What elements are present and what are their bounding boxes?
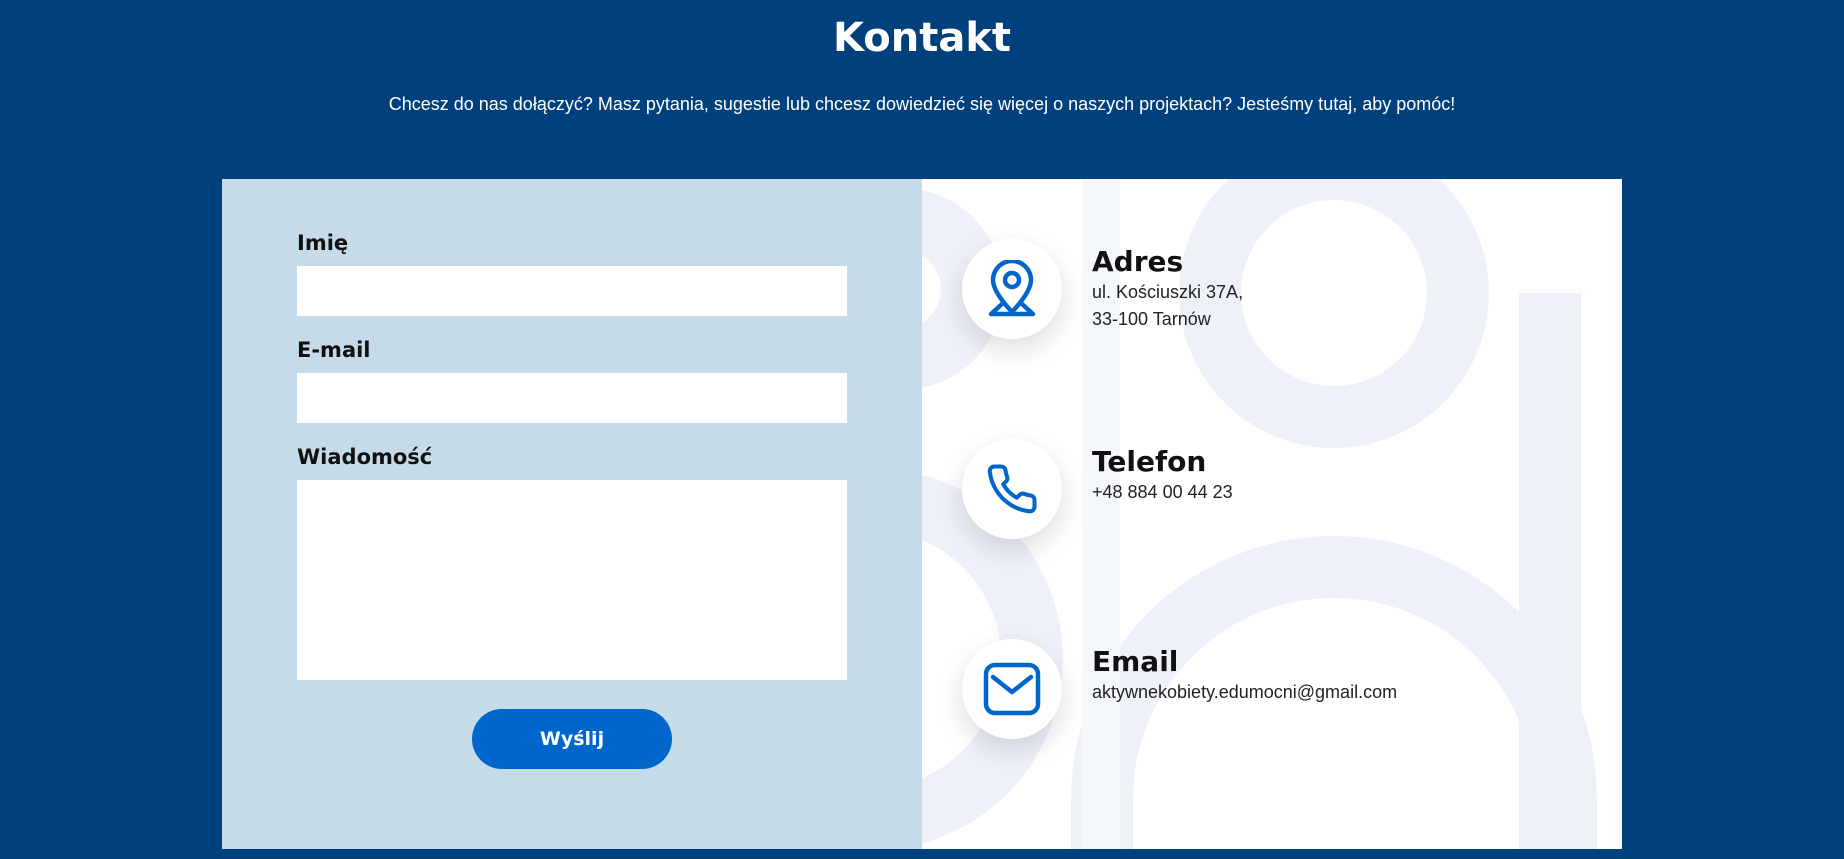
address-line-2: 33-100 Tarnów [1092, 309, 1211, 329]
intro-text: Chcesz do nas dołączyć? Masz pytania, su… [388, 94, 1456, 114]
page-title: Kontakt [832, 15, 1012, 61]
name-label: Imię [297, 231, 349, 255]
address-line-1: ul. Kościuszki 37A, [1092, 282, 1244, 302]
message-label: Wiadomość [297, 445, 433, 469]
submit-button[interactable]: Wyślij [472, 709, 672, 769]
contact-form: Imię E-mail Wiadomość Wyślij [222, 179, 922, 849]
address-title: Adres [1092, 245, 1184, 278]
message-textarea[interactable] [297, 480, 847, 680]
phone-title: Telefon [1092, 445, 1207, 478]
contact-section: Imię E-mail Wiadomość Wyślij Adres ul. K… [222, 179, 1622, 849]
email-item: Email aktywnekobiety.edumocni@gmail.com [962, 639, 1602, 739]
contact-info-panel: Adres ul. Kościuszki 37A, 33-100 Tarnów … [922, 179, 1622, 849]
address-item: Adres ul. Kościuszki 37A, 33-100 Tarnów [962, 239, 1602, 339]
map-pin-icon [962, 239, 1062, 339]
phone-item: Telefon +48 884 00 44 23 [962, 439, 1602, 539]
email-title: Email [1092, 645, 1179, 678]
phone-number-link[interactable]: +48 884 00 44 23 [1092, 479, 1233, 506]
name-input[interactable] [297, 266, 847, 316]
phone-icon [962, 439, 1062, 539]
email-address-link[interactable]: aktywnekobiety.edumocni@gmail.com [1092, 679, 1397, 706]
email-input[interactable] [297, 373, 847, 423]
envelope-icon [962, 639, 1062, 739]
email-label: E-mail [297, 338, 371, 362]
